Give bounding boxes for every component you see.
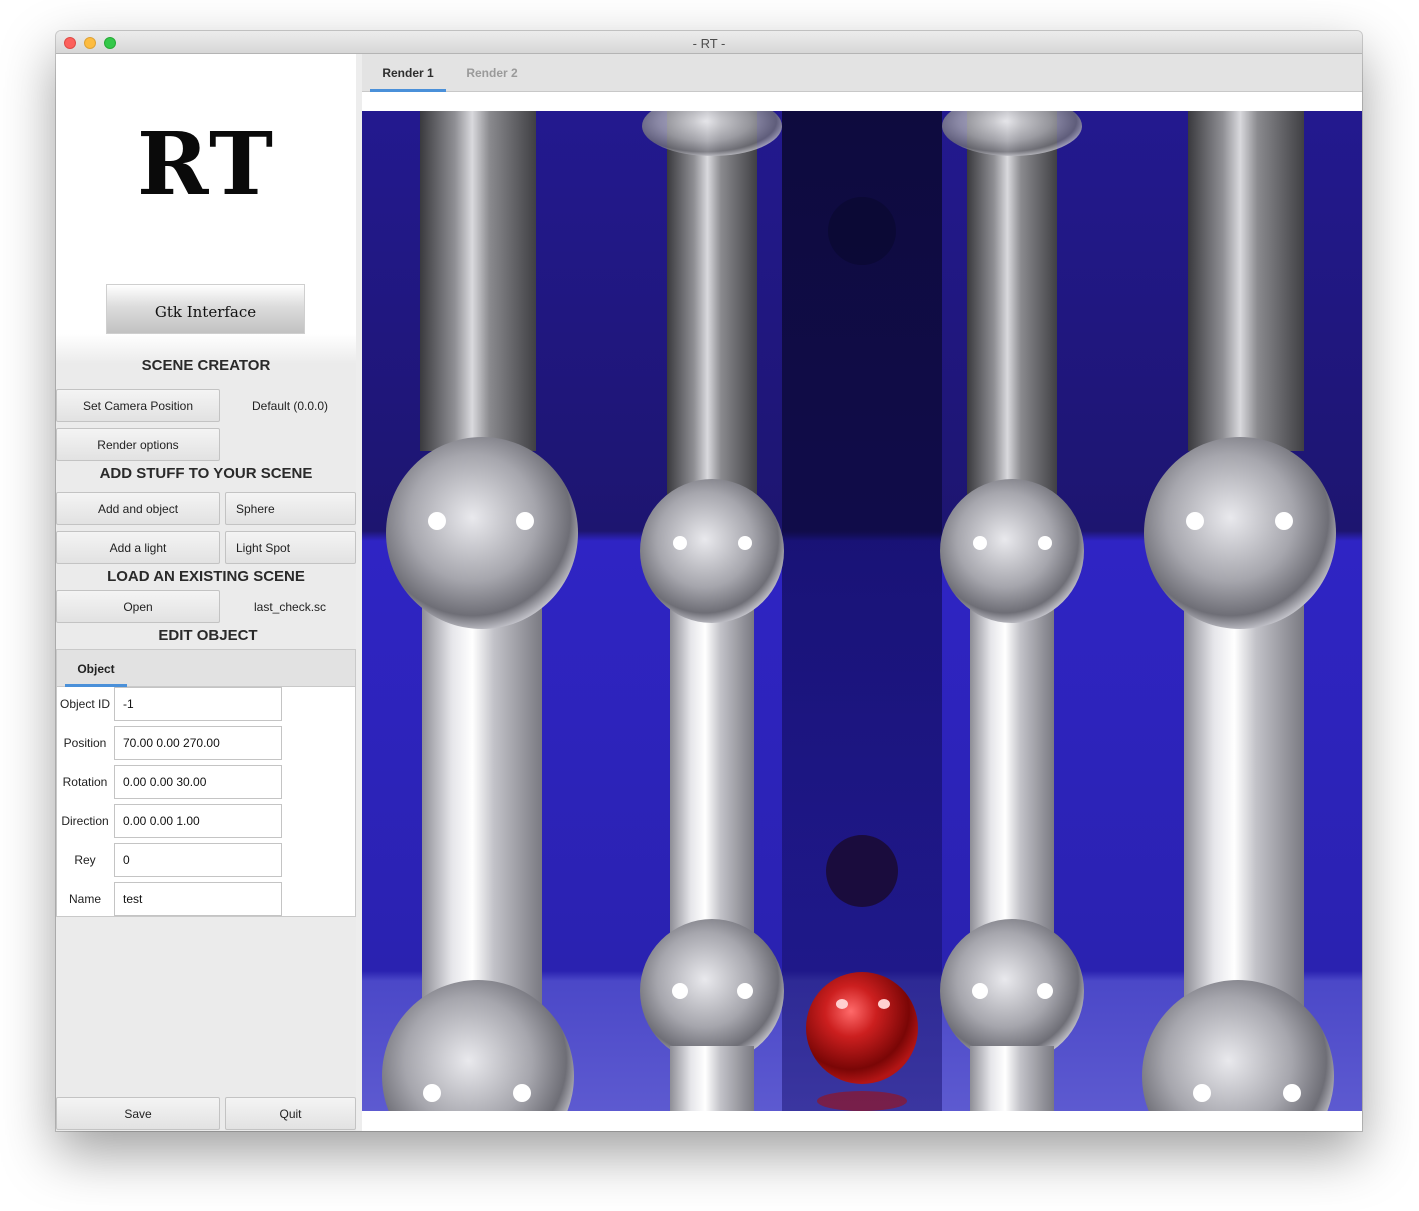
direction-label: Direction: [61, 814, 109, 828]
render-panel: Render 1 Render 2: [362, 54, 1362, 1131]
scene-file-name: last_check.sc: [254, 600, 327, 614]
position-field[interactable]: 70.00 0.00 270.00: [114, 726, 282, 760]
scene-creator-title: SCENE CREATOR: [141, 357, 271, 374]
name-field[interactable]: test: [114, 882, 282, 916]
app-logo: RT: [137, 114, 275, 215]
add-stuff-title: ADD STUFF TO YOUR SCENE: [99, 465, 313, 482]
object-type-select[interactable]: Sphere: [225, 492, 356, 525]
title-bar: - RT -: [56, 31, 1362, 54]
light-type-select[interactable]: Light Spot: [225, 531, 356, 564]
render-image: [362, 111, 1362, 1111]
rotation-label: Rotation: [62, 775, 108, 789]
load-scene-title: LOAD AN EXISTING SCENE: [107, 568, 305, 585]
tab-object[interactable]: Object: [65, 650, 127, 687]
control-panel: RT Gtk Interface SCENE CREATOR Set Camer…: [56, 54, 356, 1131]
camera-position-value: Default (0.0.0): [252, 399, 329, 413]
gtk-interface-button[interactable]: Gtk Interface: [106, 284, 305, 334]
save-button[interactable]: Save: [56, 1097, 220, 1130]
edit-object-panel: Object Object ID -1 Position 70.00 0.00 …: [56, 649, 356, 917]
rotation-field[interactable]: 0.00 0.00 30.00: [114, 765, 282, 799]
window-title: - RT -: [692, 36, 726, 51]
tab-render-1[interactable]: Render 1: [370, 54, 446, 92]
name-label: Name: [68, 892, 101, 906]
add-light-button[interactable]: Add a light: [56, 531, 220, 564]
direction-field[interactable]: 0.00 0.00 1.00: [114, 804, 282, 838]
object-id-field[interactable]: -1: [114, 687, 282, 721]
open-scene-button[interactable]: Open: [56, 590, 220, 623]
set-camera-position-button[interactable]: Set Camera Position: [56, 389, 220, 422]
position-label: Position: [63, 736, 107, 750]
rey-label: Rey: [74, 853, 96, 867]
red-sphere: [806, 972, 918, 1084]
object-id-label: Object ID: [59, 697, 110, 711]
tab-render-2[interactable]: Render 2: [460, 54, 524, 92]
add-object-button[interactable]: Add and object: [56, 492, 220, 525]
logo-area: RT Gtk Interface: [56, 54, 356, 364]
render-options-button[interactable]: Render options: [56, 428, 220, 461]
edit-object-tabbar: Object: [57, 650, 355, 687]
edit-object-title: EDIT OBJECT: [158, 627, 258, 644]
render-tabbar: Render 1 Render 2: [362, 54, 1362, 92]
quit-button[interactable]: Quit: [225, 1097, 356, 1130]
rey-field[interactable]: 0: [114, 843, 282, 877]
app-window: - RT - RT Gtk Interface SCENE CREATOR Se…: [56, 31, 1362, 1131]
